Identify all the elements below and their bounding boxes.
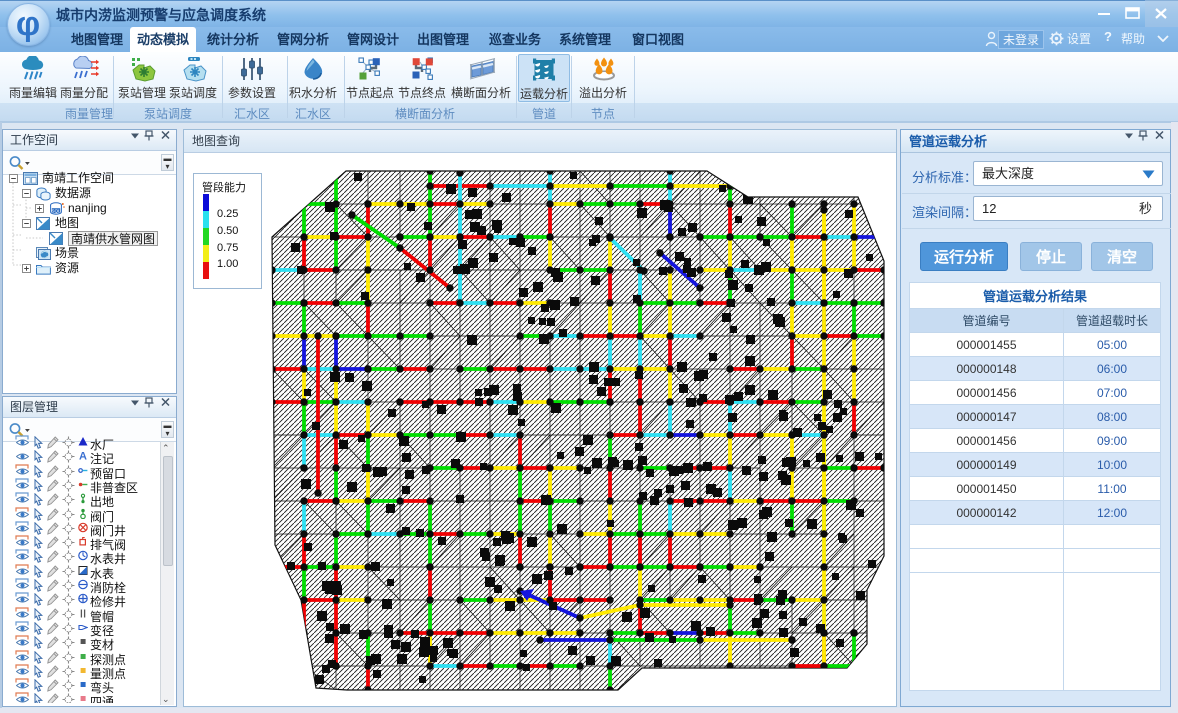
svg-text:A: A: [79, 451, 87, 462]
svg-text:φ: φ: [16, 5, 40, 43]
svg-text:SQL: SQL: [51, 208, 61, 213]
